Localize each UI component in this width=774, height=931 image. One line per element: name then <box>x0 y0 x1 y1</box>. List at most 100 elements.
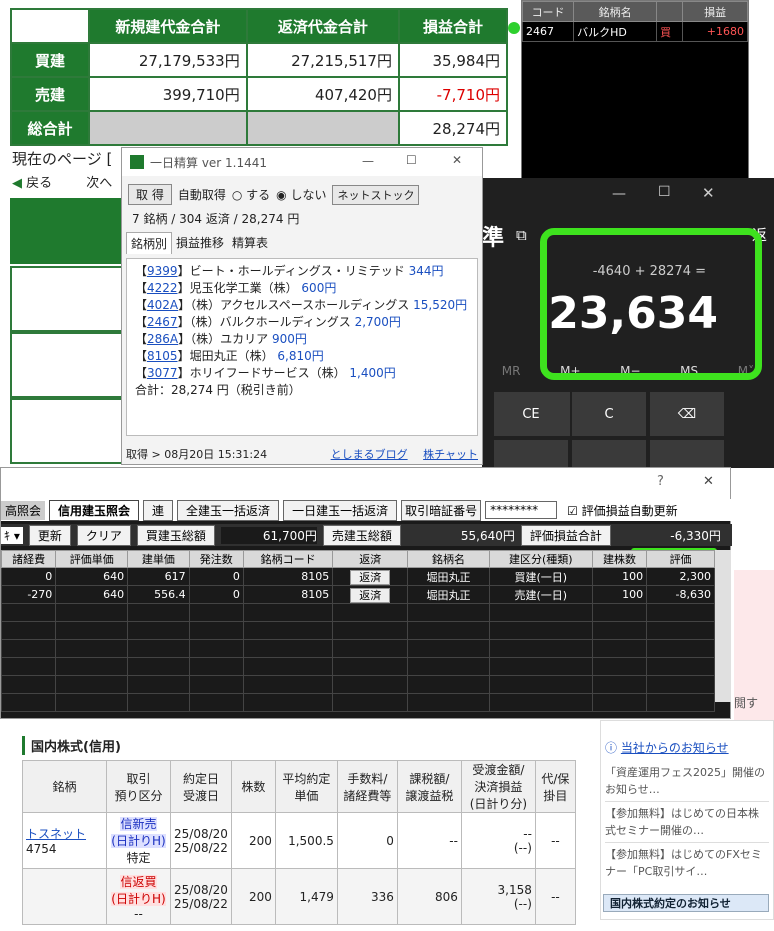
col-header[interactable]: 建区分(種類) <box>488 550 593 568</box>
total-pl: 28,274円 <box>397 110 509 146</box>
table-row[interactable]: -270 640 556.4 0 8105 返済 堀田丸正 売建(一日) 100 -8,630 <box>0 585 715 604</box>
close-icon[interactable]: ✕ <box>702 184 715 202</box>
stock-code-link[interactable]: 286A <box>147 332 178 346</box>
maximize-icon[interactable]: ☐ <box>658 184 671 200</box>
stock-code-link[interactable]: 4222 <box>147 281 178 295</box>
stock-code-link[interactable]: 2467 <box>147 315 178 329</box>
news-item[interactable]: 【参加無料】はじめての日本株式セミナー開催の… <box>605 802 769 843</box>
prev-arrow-icon[interactable]: ◀ <box>12 176 22 191</box>
auto-update-checkbox[interactable]: ☑ 評価損益自動更新 <box>567 502 678 519</box>
buy-total-value: 61,700円 <box>220 526 317 544</box>
avg-price: 1,500.5 <box>274 812 338 869</box>
minimize-icon[interactable]: — <box>612 186 626 202</box>
calc-key-ce[interactable]: CE <box>494 392 568 436</box>
keep-on-top-icon[interactable]: ⧉ <box>516 226 527 244</box>
pin-label: 取引暗証番号 <box>401 499 482 521</box>
news-item[interactable]: 【参加無料】はじめてのFXセミナー「PC取引サイ… <box>605 843 769 880</box>
execution-notice-bar[interactable]: 国内株式約定のお知らせ <box>603 894 769 912</box>
prev-link[interactable]: 戻る <box>26 176 52 191</box>
col-header[interactable]: 銘柄コード <box>242 550 334 568</box>
clear-button[interactable]: クリア <box>76 524 131 546</box>
sell-return: 407,420円 <box>245 76 400 112</box>
stock-list-item: 【2467】（株）バルクホールディングス 2,700円 <box>135 315 401 329</box>
auto-on-radio[interactable]: ○ する <box>232 186 270 203</box>
cell: -270 <box>0 585 57 604</box>
table-scrollbar[interactable] <box>715 550 731 702</box>
minimize-icon[interactable]: — <box>362 154 374 168</box>
empty-row <box>0 621 715 640</box>
app-logo-icon <box>130 155 144 169</box>
stock-code-link[interactable]: 3077 <box>147 366 178 380</box>
col-header[interactable]: 評価 <box>646 550 715 568</box>
tab-by-stock[interactable]: 銘柄別 <box>126 232 173 254</box>
cell: 8105 <box>242 567 334 586</box>
col-header: 株数 <box>230 760 276 813</box>
settle-day-button[interactable]: 一日建玉一括返済 <box>283 499 398 521</box>
stock-amount: 15,520円 <box>413 298 468 312</box>
stock-name-link[interactable]: トスネット <box>26 827 86 841</box>
next-link[interactable]: 次へ <box>86 176 112 191</box>
maximize-icon[interactable]: ☐ <box>406 153 417 167</box>
auto-off-radio[interactable]: ◉ しない <box>276 186 326 203</box>
close-icon[interactable]: ✕ <box>703 474 714 489</box>
link-button[interactable]: 連 <box>143 499 174 521</box>
calc-key-square[interactable] <box>494 440 568 468</box>
settle-all-button[interactable]: 全建玉一括返済 <box>177 499 280 521</box>
stock-code-link[interactable]: 9399 <box>147 264 178 278</box>
eval-total-value: -6,330円 <box>670 528 721 543</box>
mem-recall[interactable]: MR <box>502 364 521 378</box>
close-icon[interactable]: ✕ <box>452 153 462 167</box>
trade-date: 25/08/20 25/08/22 <box>170 812 232 869</box>
tax: -- <box>396 812 462 869</box>
cell: -8,630 <box>646 585 715 604</box>
col-header[interactable]: 発注数 <box>188 550 244 568</box>
stock-name: 児玉化学工業（株） <box>189 281 298 295</box>
tab-balance[interactable]: 高照会 <box>1 500 46 520</box>
table-row[interactable]: 0 640 617 0 8105 返済 堀田丸正 買建(一日) 100 2,300 <box>0 567 715 586</box>
margin-ratio: -- <box>534 868 576 925</box>
filter-dropdown[interactable]: ｷ ▾ <box>1 526 23 544</box>
trade-date: 25/08/20 25/08/22 <box>170 868 232 925</box>
notice-link[interactable]: 当社からのお知らせ <box>621 741 729 755</box>
refresh-button[interactable]: 更新 <box>28 524 71 546</box>
calc-key-sqrt[interactable] <box>572 440 646 468</box>
calc-key-divide[interactable] <box>650 440 724 468</box>
news-item[interactable]: 「資産運用フェス2025」開催のお知らせ… <box>605 764 769 802</box>
sell-pl: -7,710円 <box>397 76 509 112</box>
settle-button[interactable]: 返済 <box>332 567 409 586</box>
calc-key-backspace[interactable]: ⌫ <box>650 392 724 436</box>
blog-link[interactable]: としまるブログ <box>331 448 408 461</box>
stock-name: （株）バルクホールディングス <box>189 315 351 329</box>
stock-code-link[interactable]: 402A <box>147 298 178 312</box>
stock-amount: 1,400円 <box>349 366 396 380</box>
col-header[interactable]: 建株数 <box>591 550 648 568</box>
col-header[interactable]: 建単価 <box>127 550 190 568</box>
tab-margin-positions[interactable]: 信用建玉照会 <box>49 499 140 521</box>
cell: 0 <box>188 585 244 604</box>
tab-pl-trend[interactable]: 損益推移 <box>172 232 228 254</box>
sell-total-label: 売建玉総額 <box>322 524 401 546</box>
row-label-total: 総合計 <box>10 110 90 146</box>
stock-list-item: 【402A】（株）アクセルスペースホールディングス 15,520円 <box>135 298 468 312</box>
calc-key-c[interactable]: C <box>572 392 646 436</box>
help-icon[interactable]: ? <box>657 474 664 489</box>
cell: 0 <box>188 567 244 586</box>
col-header[interactable]: 諸経費 <box>0 550 57 568</box>
chart-link[interactable]: 株チャット <box>423 448 478 461</box>
col-header[interactable]: 返済 <box>332 550 409 568</box>
margin-ratio: -- <box>534 812 576 869</box>
settle-button[interactable]: 返済 <box>332 585 409 604</box>
fetch-button[interactable]: 取 得 <box>128 184 172 205</box>
col-header[interactable]: 銘柄名 <box>407 550 490 568</box>
netstock-button[interactable]: ネットストック <box>332 184 420 205</box>
pin-input[interactable]: ******** <box>485 501 558 519</box>
corner-cell <box>10 8 90 44</box>
stock-code-link[interactable]: 8105 <box>147 349 178 363</box>
settle-amount: 3,158 (--) <box>460 868 536 925</box>
tab-settlement[interactable]: 精算表 <box>228 232 272 254</box>
cell: 0 <box>0 567 57 586</box>
side-fragment: 閲す <box>734 696 759 710</box>
sell-new: 399,710円 <box>88 76 248 112</box>
col-header[interactable]: 評価単価 <box>55 550 129 568</box>
empty-row <box>0 657 715 676</box>
